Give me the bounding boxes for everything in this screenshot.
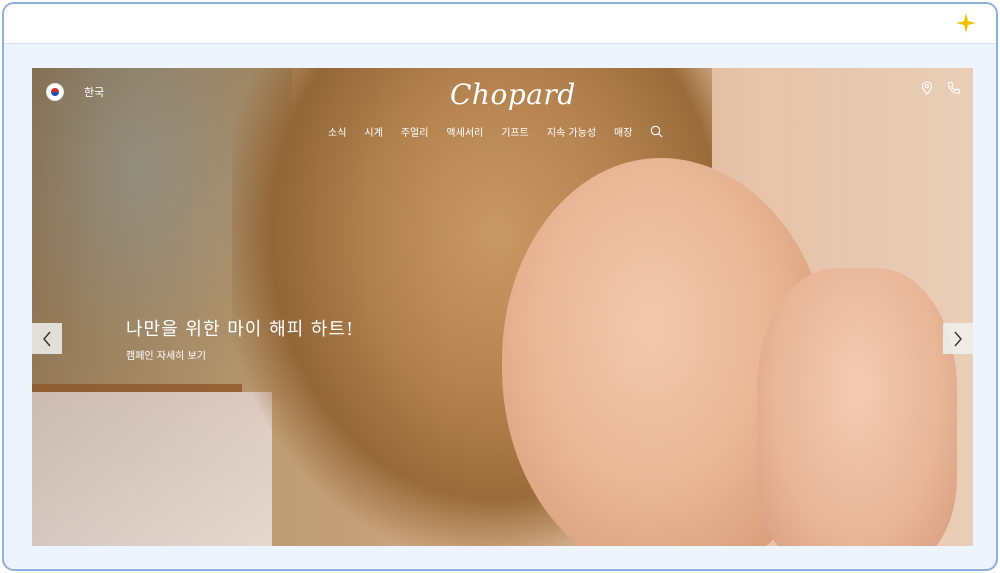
model-hand	[757, 268, 957, 546]
nav-item-gifts[interactable]: 기프트	[501, 124, 529, 139]
korea-flag-icon[interactable]	[46, 83, 64, 101]
nav-item-news[interactable]: 소식	[328, 124, 346, 139]
nav-item-jewelry[interactable]: 주얼리	[401, 124, 429, 139]
hero-banner[interactable]: 한국 Chopard 소식 시계 주얼리 액세서리 기프트 지속 가능성 매장	[32, 68, 973, 546]
hero-headline: 나만을 위한 마이 해피 하트!	[126, 319, 355, 340]
nav-item-watches[interactable]: 시계	[364, 124, 382, 139]
search-icon[interactable]	[650, 125, 663, 138]
phone-icon[interactable]	[947, 81, 961, 95]
browser-frame: 한국 Chopard 소식 시계 주얼리 액세서리 기프트 지속 가능성 매장	[2, 2, 998, 571]
campaign-link[interactable]: 캠페인 자세히 보기	[126, 347, 206, 362]
location-pin-icon[interactable]	[921, 81, 933, 95]
language-selector[interactable]: 한국	[84, 84, 104, 100]
header-actions	[921, 81, 961, 95]
chevron-left-icon	[43, 331, 51, 346]
image-shade	[32, 68, 452, 546]
carousel-prev-button[interactable]	[32, 323, 62, 354]
brand-logo[interactable]: Chopard	[450, 78, 576, 111]
carousel-next-button[interactable]	[943, 323, 973, 354]
main-navigation: 소식 시계 주얼리 액세서리 기프트 지속 가능성 매장	[328, 124, 663, 139]
sparkle-icon	[956, 13, 976, 33]
nav-item-accessories[interactable]: 액세서리	[446, 124, 483, 139]
chevron-right-icon	[954, 331, 962, 346]
nav-item-sustainability[interactable]: 지속 가능성	[547, 124, 596, 139]
nav-item-stores[interactable]: 매장	[614, 124, 632, 139]
top-bar	[4, 4, 996, 44]
